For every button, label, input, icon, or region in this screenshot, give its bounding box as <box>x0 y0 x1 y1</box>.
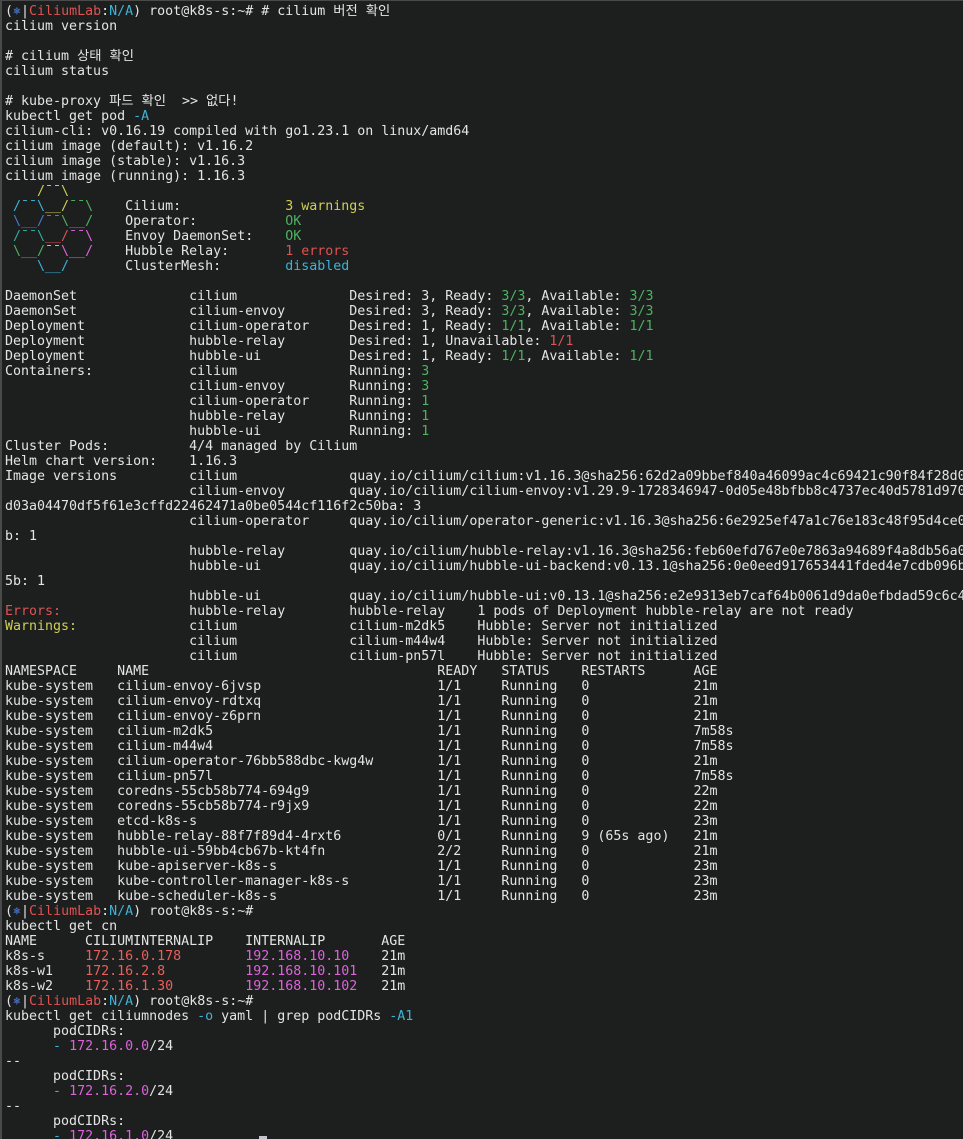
terminal-line: kubectl get ciliumnodes -o yaml | grep p… <box>5 1009 963 1024</box>
terminal-line: cilium version <box>5 19 963 34</box>
terminal-line: kube-system hubble-ui-59bb4cb67b-kt4fn 2… <box>5 844 963 859</box>
terminal-line: Image versions cilium quay.io/cilium/cil… <box>5 469 963 484</box>
terminal-line: k8s-s 172.16.0.178 192.168.10.10 21m <box>5 949 963 964</box>
terminal[interactable]: (⎈|CiliumLab:N/A) root@k8s-s:~# # cilium… <box>0 0 963 1139</box>
terminal-line: # kube-proxy 파드 확인 >> 없다! <box>5 94 963 109</box>
terminal-line: NAMESPACE NAME READY STATUS RESTARTS AGE <box>5 664 963 679</box>
terminal-line: k8s-w1 172.16.2.8 192.168.10.101 21m <box>5 964 963 979</box>
terminal-line: kube-system coredns-55cb58b774-r9jx9 1/1… <box>5 799 963 814</box>
terminal-line: b: 1 <box>5 529 963 544</box>
terminal-line: (⎈|CiliumLab:N/A) root@k8s-s:~# # cilium… <box>5 4 963 19</box>
terminal-line: DaemonSet cilium-envoy Desired: 3, Ready… <box>5 304 963 319</box>
terminal-line: kube-system kube-apiserver-k8s-s 1/1 Run… <box>5 859 963 874</box>
cilium-status-command: # cilium 상태 확인cilium status <box>5 49 963 94</box>
terminal-line: \__/¯¯\__/ Operator: OK <box>5 214 963 229</box>
terminal-line: \__/¯¯\__/ Hubble Relay: 1 errors <box>5 244 963 259</box>
terminal-line: cilium-envoy Running: 3 <box>5 379 963 394</box>
terminal-line: kube-system kube-scheduler-k8s-s 1/1 Run… <box>5 889 963 904</box>
terminal-line: kube-system cilium-operator-76bb588dbc-k… <box>5 754 963 769</box>
terminal-line: - 172.16.0.0/24 <box>5 1039 963 1054</box>
terminal-line: cilium-envoy quay.io/cilium/cilium-envoy… <box>5 484 963 499</box>
terminal-line: cilium-operator Running: 1 <box>5 394 963 409</box>
terminal-line: Containers: cilium Running: 3 <box>5 364 963 379</box>
terminal-line: kube-system etcd-k8s-s 1/1 Running 0 23m <box>5 814 963 829</box>
terminal-line: k8s-w2 172.16.1.30 192.168.10.102 21m <box>5 979 963 994</box>
terminal-line: podCIDRs: <box>5 1114 963 1129</box>
terminal-line: -- <box>5 1054 963 1069</box>
pod-table: NAMESPACE NAME READY STATUS RESTARTS AGE… <box>5 664 963 904</box>
terminal-line: cilium cilium-pn57l Hubble: Server not i… <box>5 649 963 664</box>
terminal-line: (⎈|CiliumLab:N/A) root@k8s-s:~# <box>5 994 963 1009</box>
terminal-line: hubble-ui Running: 1 <box>5 424 963 439</box>
terminal-line: hubble-relay quay.io/cilium/hubble-relay… <box>5 544 963 559</box>
terminal-line: kube-system cilium-m44w4 1/1 Running 0 7… <box>5 739 963 754</box>
terminal-line: kube-system cilium-envoy-z6prn 1/1 Runni… <box>5 709 963 724</box>
terminal-line: kube-system cilium-envoy-6jvsp 1/1 Runni… <box>5 679 963 694</box>
terminal-line: podCIDRs: <box>5 1069 963 1084</box>
terminal-line: cilium cilium-m44w4 Hubble: Server not i… <box>5 634 963 649</box>
terminal-line: cilium image (default): v1.16.2 <box>5 139 963 154</box>
terminal-line: podCIDRs: <box>5 1024 963 1039</box>
cilium-version-output: cilium-cli: v0.16.19 compiled with go1.2… <box>5 124 963 184</box>
terminal-line: kube-system cilium-pn57l 1/1 Running 0 7… <box>5 769 963 784</box>
terminal-line: d03a04470df5f61e3cffd22462471a0be0544cf1… <box>5 499 963 514</box>
terminal-line: Warnings: cilium cilium-m2dk5 Hubble: Se… <box>5 619 963 634</box>
terminal-line: kube-system coredns-55cb58b774-694g9 1/1… <box>5 784 963 799</box>
get-ciliumnodes-table: (⎈|CiliumLab:N/A) root@k8s-s:~#kubectl g… <box>5 904 963 994</box>
terminal-line <box>5 79 963 94</box>
terminal-line: cilium status <box>5 64 963 79</box>
terminal-line: kubectl get cn <box>5 919 963 934</box>
terminal-line: kube-system cilium-envoy-rdtxq 1/1 Runni… <box>5 694 963 709</box>
terminal-line: # cilium 상태 확인 <box>5 49 963 64</box>
terminal-line: DaemonSet cilium Desired: 3, Ready: 3/3,… <box>5 289 963 304</box>
terminal-line: /¯¯\ <box>5 184 963 199</box>
podcidrs-grep-output: (⎈|CiliumLab:N/A) root@k8s-s:~#kubectl g… <box>5 994 963 1139</box>
terminal-line: - 172.16.2.0/24 <box>5 1084 963 1099</box>
terminal-line: - 172.16.1.0/24 <box>5 1129 963 1139</box>
terminal-line: \__/ ClusterMesh: disabled <box>5 259 963 274</box>
terminal-line: hubble-relay Running: 1 <box>5 409 963 424</box>
terminal-line: cilium-operator quay.io/cilium/operator-… <box>5 514 963 529</box>
terminal-output: (⎈|CiliumLab:N/A) root@k8s-s:~# # cilium… <box>5 4 963 1139</box>
terminal-line: Errors: hubble-relay hubble-relay 1 pods… <box>5 604 963 619</box>
terminal-line: kubectl get pod -A <box>5 109 963 124</box>
terminal-line: (⎈|CiliumLab:N/A) root@k8s-s:~# <box>5 904 963 919</box>
terminal-line: hubble-ui quay.io/cilium/hubble-ui:v0.13… <box>5 589 963 604</box>
terminal-line: kube-system hubble-relay-88f7f89d4-4rxt6… <box>5 829 963 844</box>
terminal-line: cilium image (running): 1.16.3 <box>5 169 963 184</box>
cilium-version-command: (⎈|CiliumLab:N/A) root@k8s-s:~# # cilium… <box>5 4 963 49</box>
terminal-line: Helm chart version: 1.16.3 <box>5 454 963 469</box>
kube-proxy-check-command: # kube-proxy 파드 확인 >> 없다!kubectl get pod… <box>5 94 963 124</box>
terminal-line: kube-system kube-controller-manager-k8s-… <box>5 874 963 889</box>
terminal-line: NAME CILIUMINTERNALIP INTERNALIP AGE <box>5 934 963 949</box>
terminal-line: -- <box>5 1099 963 1114</box>
terminal-line: hubble-ui quay.io/cilium/hubble-ui-backe… <box>5 559 963 574</box>
terminal-line: Deployment cilium-operator Desired: 1, R… <box>5 319 963 334</box>
terminal-line <box>5 274 963 289</box>
terminal-line: kube-system cilium-m2dk5 1/1 Running 0 7… <box>5 724 963 739</box>
terminal-line: /¯¯\__/¯¯\ Envoy DaemonSet: OK <box>5 229 963 244</box>
cilium-status-output: /¯¯\ /¯¯\__/¯¯\ Cilium: 3 warnings \__/¯… <box>5 184 963 664</box>
terminal-line: 5b: 1 <box>5 574 963 589</box>
terminal-line: Deployment hubble-relay Desired: 1, Unav… <box>5 334 963 349</box>
terminal-line <box>5 34 963 49</box>
terminal-line: Cluster Pods: 4/4 managed by Cilium <box>5 439 963 454</box>
terminal-line: cilium-cli: v0.16.19 compiled with go1.2… <box>5 124 963 139</box>
terminal-line: Deployment hubble-ui Desired: 1, Ready: … <box>5 349 963 364</box>
terminal-line: /¯¯\__/¯¯\ Cilium: 3 warnings <box>5 199 963 214</box>
terminal-line: cilium image (stable): v1.16.3 <box>5 154 963 169</box>
